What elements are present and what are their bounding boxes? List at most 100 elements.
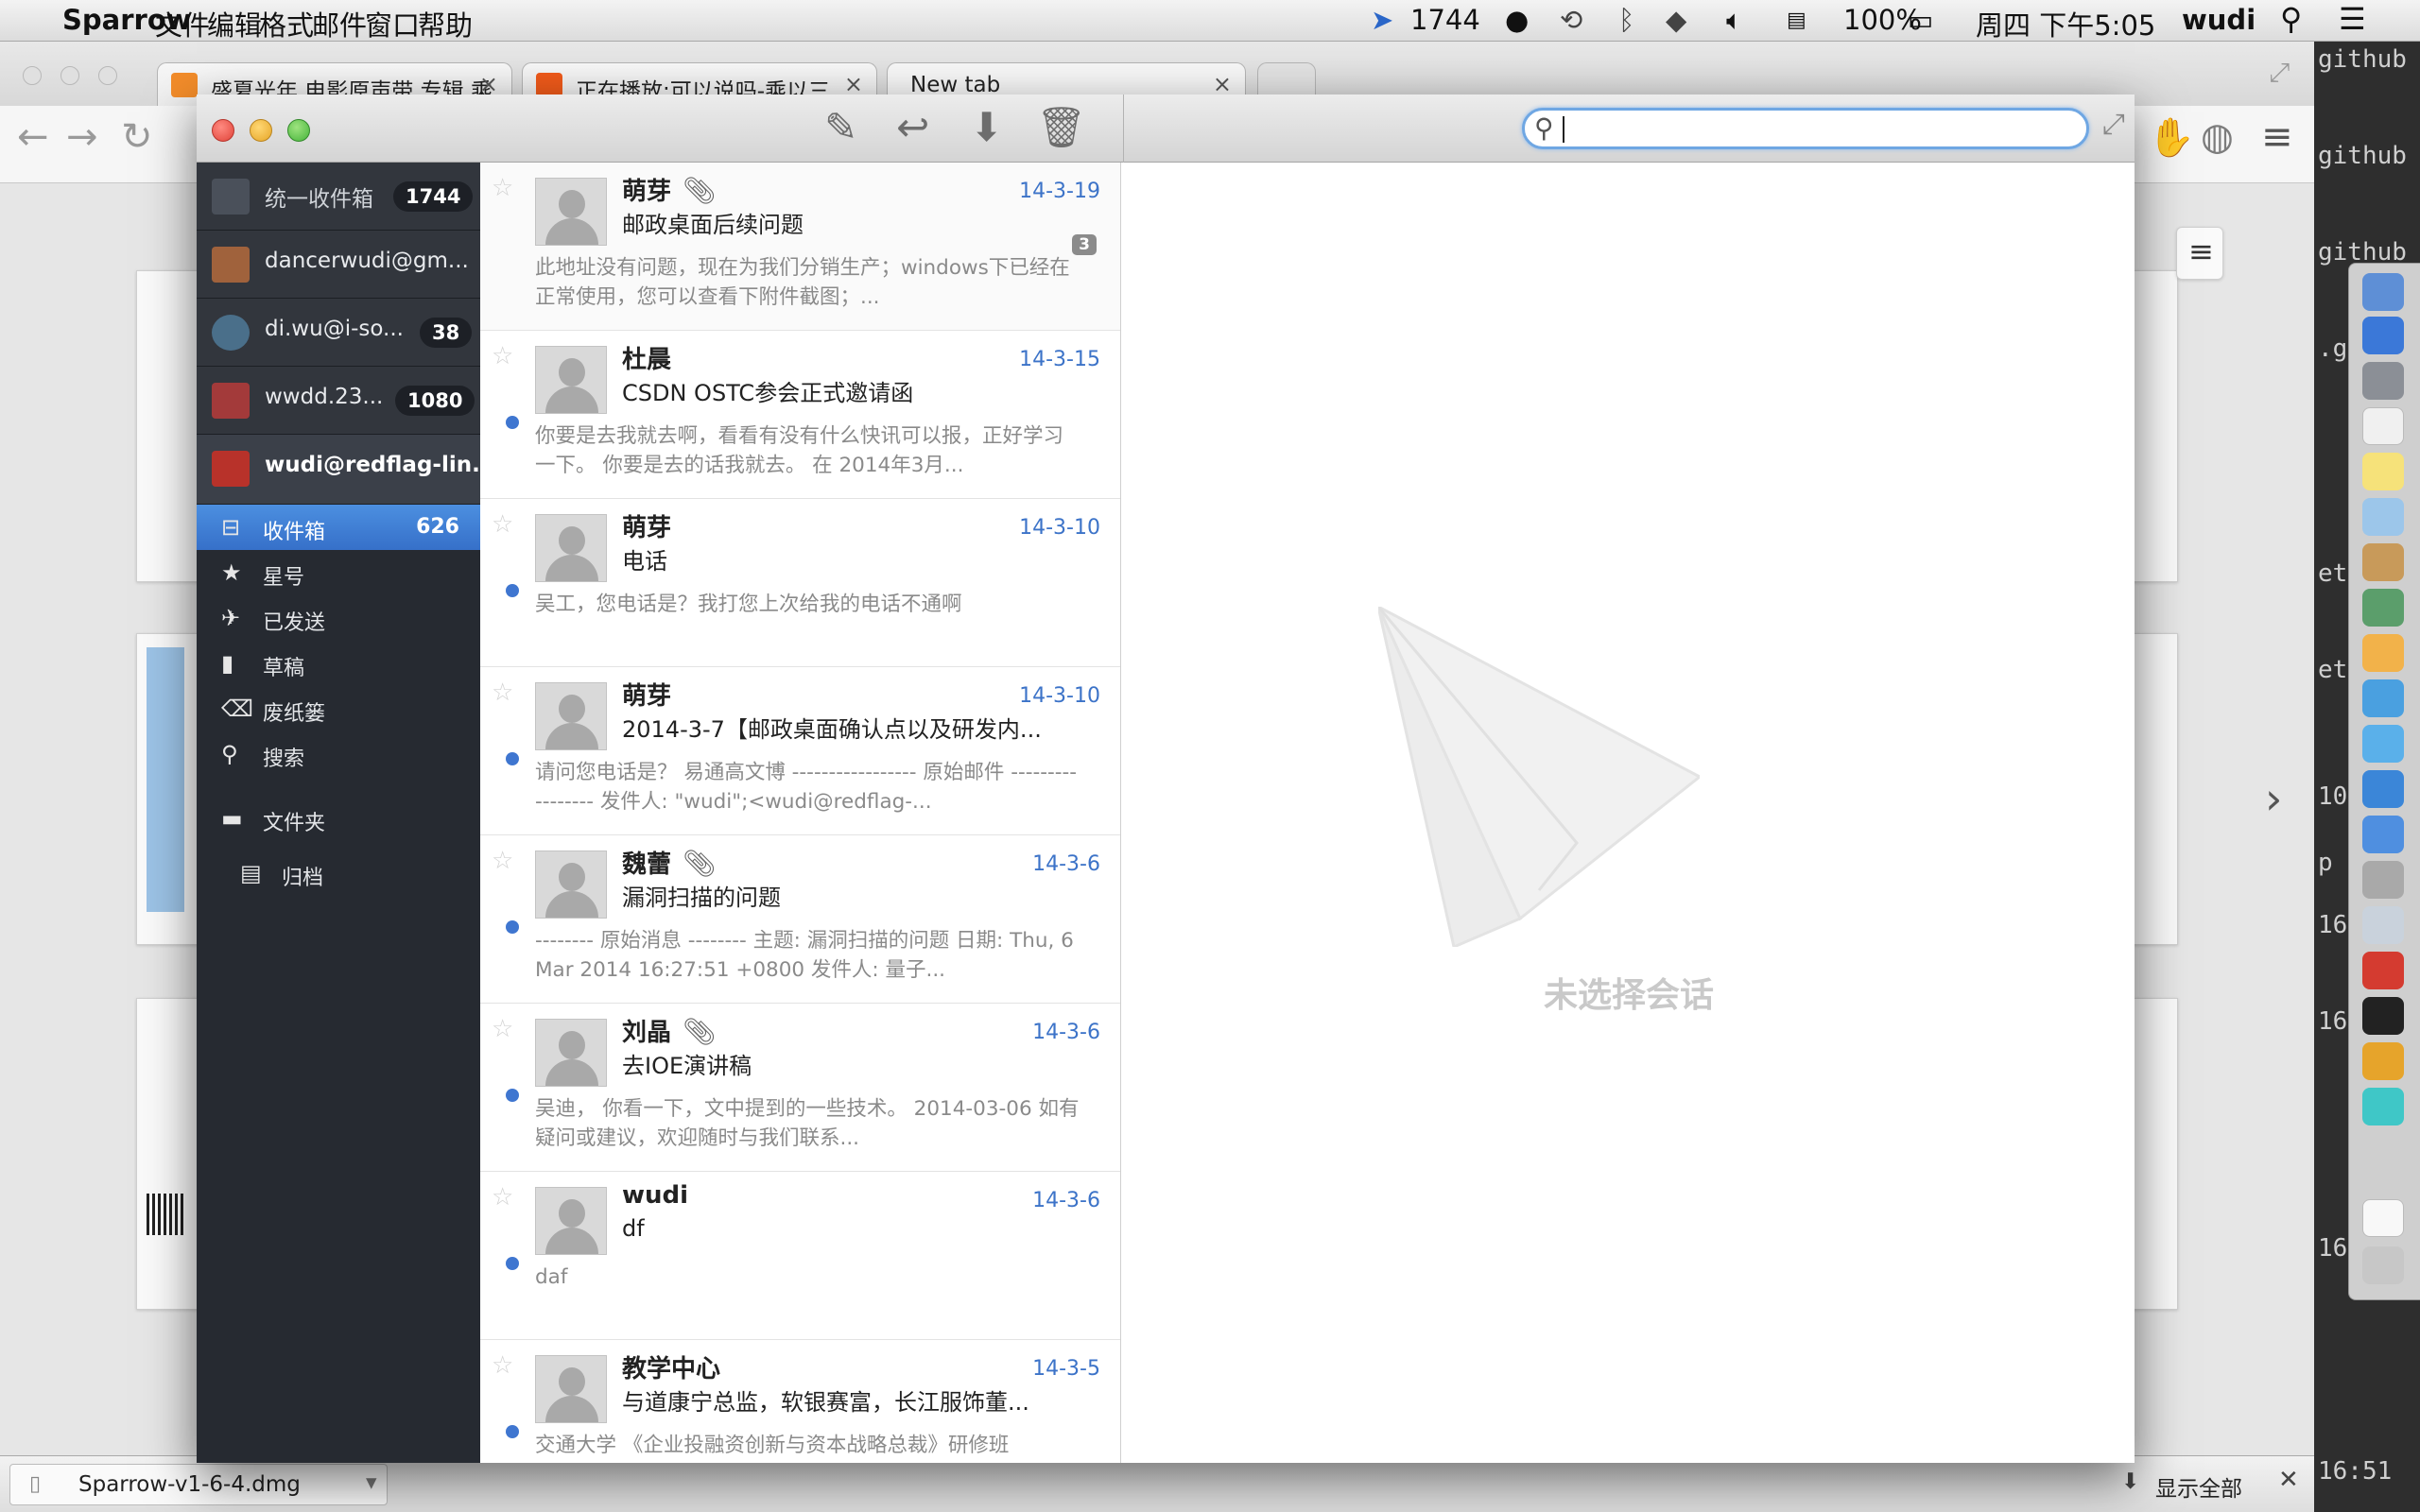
globe-icon[interactable]: ◍ bbox=[2201, 115, 2234, 159]
menu-mail[interactable]: 邮件 bbox=[312, 4, 367, 43]
reload-icon[interactable]: ↻ bbox=[121, 115, 153, 159]
sparrow-dock-icon[interactable] bbox=[2362, 317, 2404, 354]
folders-section[interactable]: ▬ 文件夹 bbox=[197, 796, 480, 841]
message-row[interactable]: ☆ 刘晶 📎︎ 14-3-6 去IOE演讲稿 吴迪， 你看一下，文中提到的一些技术。 20… bbox=[480, 1004, 1120, 1172]
notification-center-icon[interactable]: ☰ bbox=[2339, 1, 2366, 37]
qq-dock-icon[interactable] bbox=[2362, 952, 2404, 989]
keynote-icon[interactable] bbox=[2362, 679, 2404, 717]
menu-help[interactable]: 帮助 bbox=[418, 4, 473, 43]
preview-icon[interactable] bbox=[2362, 498, 2404, 536]
wifi-icon[interactable]: ◆ bbox=[1666, 4, 1686, 36]
unread-dot-icon[interactable] bbox=[506, 920, 519, 934]
window-close-button[interactable] bbox=[212, 119, 234, 142]
battery-icon[interactable]: ▭ bbox=[1908, 4, 1933, 36]
message-row[interactable]: ☆ 萌芽 14-3-10 电话 吴工，您电话是？我打您上次给我的电话不通啊 bbox=[480, 499, 1120, 667]
app-store-icon[interactable] bbox=[2362, 816, 2404, 853]
message-row[interactable]: ☆ 萌芽 📎︎ 14-3-19 邮政桌面后续问题 3 此地址没有问题，现在为我们分销生产；w… bbox=[480, 163, 1120, 331]
star-toggle-icon[interactable]: ☆ bbox=[492, 342, 513, 370]
message-row[interactable]: ☆ 杜晨 14-3-15 CSDN OSTC参会正式邀请函 你要是去我就去啊，看看有没有… bbox=[480, 331, 1120, 499]
tab-close-icon[interactable]: × bbox=[844, 71, 863, 97]
page-menu-button[interactable]: ≡ bbox=[2176, 227, 2223, 280]
window-minimize-button[interactable] bbox=[250, 119, 272, 142]
tab-close-icon[interactable]: × bbox=[479, 71, 498, 97]
launchpad-icon[interactable] bbox=[2362, 362, 2404, 400]
unread-dot-icon[interactable] bbox=[506, 1089, 519, 1102]
folder-search[interactable]: ⚲ 搜索 bbox=[197, 731, 480, 777]
network-icon[interactable] bbox=[2362, 906, 2404, 944]
account-dancerwudi[interactable]: dancerwudi@gm... bbox=[197, 231, 480, 299]
thumbnail-card[interactable] bbox=[2133, 633, 2178, 945]
menu-file[interactable]: 文件 bbox=[155, 4, 210, 43]
account-di-wu[interactable]: di.wu@i-so... 38 bbox=[197, 299, 480, 367]
system-preferences-icon[interactable] bbox=[2362, 861, 2404, 899]
volume-icon[interactable]: 🔈︎ bbox=[1726, 4, 1742, 37]
chrome-icon[interactable] bbox=[2362, 1042, 2404, 1080]
star-toggle-icon[interactable]: ☆ bbox=[492, 1351, 513, 1380]
thumbnail-card[interactable] bbox=[2133, 998, 2178, 1310]
adblock-icon[interactable]: ✋ bbox=[2148, 115, 2195, 160]
document-stack-icon[interactable] bbox=[2362, 1199, 2404, 1237]
star-toggle-icon[interactable]: ☆ bbox=[492, 174, 513, 202]
spotlight-icon[interactable]: ⚲ bbox=[2280, 1, 2302, 37]
folder-sent[interactable]: ✈ 已发送 bbox=[197, 595, 480, 641]
account-unified-inbox[interactable]: 统一收件箱 1744 bbox=[197, 163, 480, 231]
menu-edit[interactable]: 编辑 bbox=[207, 4, 262, 43]
archive-icon[interactable]: ⬇ bbox=[970, 106, 1003, 149]
browser-zoom-button[interactable] bbox=[98, 66, 117, 85]
fullscreen-icon[interactable]: ⤢ bbox=[2102, 108, 2125, 141]
trash-dock-icon[interactable] bbox=[2362, 1246, 2404, 1284]
bluetooth-icon[interactable]: ᛒ bbox=[1618, 4, 1634, 36]
window-zoom-button[interactable] bbox=[287, 119, 310, 142]
itunes-icon[interactable] bbox=[2362, 725, 2404, 763]
folder-drafts[interactable]: ▮ 草稿 bbox=[197, 641, 480, 686]
calendar-icon[interactable] bbox=[2362, 407, 2404, 445]
browser-minimize-button[interactable] bbox=[60, 66, 79, 85]
account-wwdd[interactable]: wwdd.23... 1080 bbox=[197, 367, 480, 435]
account-wudi-redflag[interactable]: wudi@redflag-lin... bbox=[197, 435, 496, 505]
unread-dot-icon[interactable] bbox=[506, 584, 519, 597]
download-menu-icon[interactable]: ▾ bbox=[366, 1470, 377, 1495]
tab-close-icon[interactable]: × bbox=[1213, 71, 1232, 97]
star-toggle-icon[interactable]: ☆ bbox=[492, 1183, 513, 1211]
folder-trash[interactable]: ⌫ 废纸篓 bbox=[197, 686, 480, 731]
thumbnail-card[interactable] bbox=[2133, 270, 2178, 582]
menu-format[interactable]: 格式 bbox=[259, 4, 314, 43]
message-row[interactable]: ☆ 教学中心 14-3-5 与道康宁总监，软银赛富，长江服饰董... 交通大学 《企业投… bbox=[480, 1340, 1120, 1463]
browser-menu-icon[interactable]: ≡ bbox=[2261, 115, 2293, 159]
unread-dot-icon[interactable] bbox=[506, 752, 519, 765]
finder-icon[interactable] bbox=[2362, 273, 2404, 311]
unread-dot-icon[interactable] bbox=[506, 1425, 519, 1438]
search-field[interactable]: ⚲ bbox=[1522, 108, 2089, 149]
folder-starred[interactable]: ★ 星号 bbox=[197, 550, 480, 595]
unread-dot-icon[interactable] bbox=[506, 416, 519, 429]
photos-icon[interactable] bbox=[2362, 589, 2404, 627]
folder-inbox[interactable]: ⊟ 收件箱 626 bbox=[197, 505, 480, 550]
message-row[interactable]: ☆ 魏蕾 📎︎ 14-3-6 漏洞扫描的问题 -------- 原始消息 --------… bbox=[480, 835, 1120, 1004]
user-name[interactable]: wudi bbox=[2182, 4, 2256, 36]
star-toggle-icon[interactable]: ☆ bbox=[492, 847, 513, 875]
message-row[interactable]: ☆ 萌芽 14-3-10 2014-3-7【邮政桌面确认点以及研发内... 请问您电话是… bbox=[480, 667, 1120, 835]
mou-icon[interactable] bbox=[2362, 1088, 2404, 1125]
message-row[interactable]: ☆ wudi 14-3-6 df daf bbox=[480, 1172, 1120, 1340]
time-machine-icon[interactable]: ⟲ bbox=[1560, 4, 1582, 36]
qq-icon[interactable]: ● bbox=[1505, 4, 1529, 36]
forward-icon[interactable]: → bbox=[66, 115, 98, 159]
star-toggle-icon[interactable]: ☆ bbox=[492, 679, 513, 707]
notes-icon[interactable] bbox=[2362, 453, 2404, 490]
fullscreen-icon[interactable]: ⤢ bbox=[2269, 57, 2290, 89]
folder-archive[interactable]: ▤ 归档 bbox=[197, 850, 480, 896]
close-download-bar-icon[interactable]: ✕ bbox=[2278, 1466, 2299, 1494]
contacts-icon[interactable] bbox=[2362, 543, 2404, 581]
compose-icon[interactable]: ✎ bbox=[824, 106, 857, 149]
unread-dot-icon[interactable] bbox=[506, 1257, 519, 1270]
sparrow-status-icon[interactable]: ➤ bbox=[1371, 4, 1393, 36]
next-page-icon[interactable]: › bbox=[2265, 773, 2282, 824]
safari-icon[interactable] bbox=[2362, 770, 2404, 808]
clock[interactable]: 周四 下午5:05 bbox=[1976, 4, 2155, 43]
star-toggle-icon[interactable]: ☆ bbox=[492, 510, 513, 539]
flag-us-icon[interactable]: ▤ bbox=[1787, 9, 1806, 32]
star-toggle-icon[interactable]: ☆ bbox=[492, 1015, 513, 1043]
back-icon[interactable]: ← bbox=[17, 115, 49, 159]
reply-icon[interactable]: ↩ bbox=[896, 106, 929, 149]
delete-icon[interactable]: 🗑︎ bbox=[1036, 106, 1086, 149]
